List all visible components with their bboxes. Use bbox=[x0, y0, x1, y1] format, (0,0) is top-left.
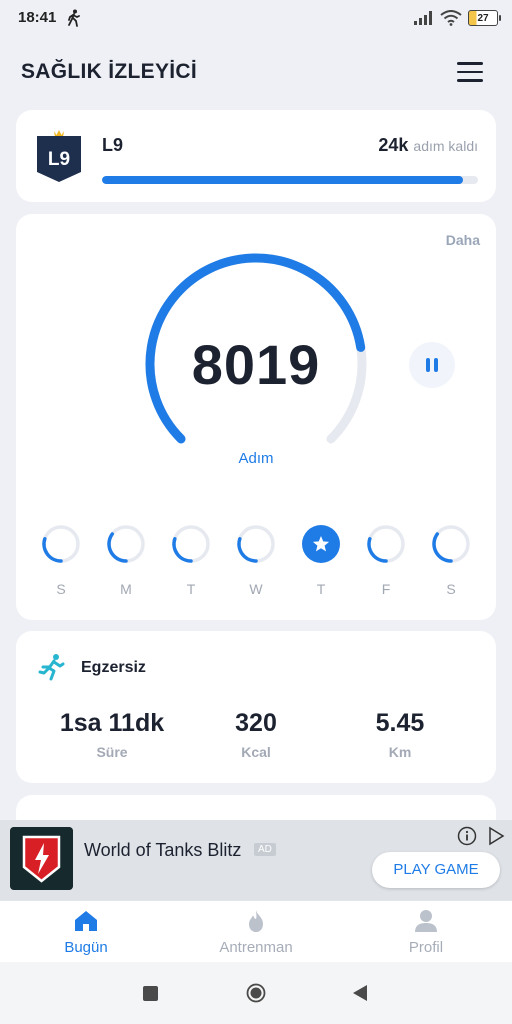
back-button[interactable] bbox=[352, 984, 368, 1002]
day-ring-progress bbox=[237, 536, 258, 563]
day-label: T bbox=[186, 581, 196, 597]
stat-label: Kcal bbox=[241, 744, 271, 760]
steps-remaining: 24k adım kaldı bbox=[378, 135, 478, 156]
day-label: W bbox=[249, 581, 263, 597]
day-ring-progress bbox=[367, 536, 388, 563]
day-item[interactable]: W bbox=[236, 524, 276, 597]
day-progress-ring bbox=[172, 525, 210, 563]
day-ring-progress bbox=[432, 532, 453, 563]
stat-value: 1sa 11dk bbox=[59, 709, 165, 737]
hamburger-icon[interactable] bbox=[457, 62, 483, 84]
ad-choices-icon[interactable] bbox=[486, 826, 506, 846]
system-nav-bar bbox=[0, 962, 512, 1024]
status-icons: 27 bbox=[414, 8, 501, 28]
day-item[interactable]: S bbox=[41, 524, 81, 597]
walking-icon bbox=[68, 9, 80, 27]
day-progress-ring bbox=[237, 525, 275, 563]
level-progress-bar bbox=[102, 176, 478, 184]
info-icon[interactable] bbox=[457, 826, 477, 846]
stat-duration: 1sa 11dk Süre bbox=[32, 709, 192, 760]
nav-label: Bugün bbox=[64, 939, 108, 956]
day-label: F bbox=[381, 581, 391, 597]
game-logo-icon bbox=[10, 827, 73, 890]
day-item[interactable]: T bbox=[301, 524, 341, 597]
home-icon bbox=[75, 911, 97, 931]
day-item[interactable]: T bbox=[171, 524, 211, 597]
level-badge-text: L9 bbox=[48, 149, 70, 170]
ad-tag: AD bbox=[254, 843, 276, 856]
page-title: SAĞLIK İZLEYİCİ bbox=[21, 60, 198, 83]
level-progress-fill bbox=[102, 176, 463, 184]
battery-indicator: 27 bbox=[468, 10, 501, 26]
day-star-icon bbox=[302, 525, 340, 563]
exercise-card[interactable]: Egzersiz 1sa 11dk Süre 320 Kcal 5.45 Km bbox=[16, 631, 496, 783]
status-bar: 18:41 27 bbox=[0, 0, 512, 36]
steps-remaining-text: adım kaldı bbox=[413, 138, 478, 154]
day-progress-ring bbox=[432, 525, 470, 563]
nav-today[interactable]: Bugün bbox=[16, 909, 156, 956]
day-label: T bbox=[316, 581, 326, 597]
stat-kcal: 320 Kcal bbox=[176, 709, 336, 760]
bottom-nav: Bugün Antrenman Profil bbox=[0, 900, 512, 963]
stat-label: Km bbox=[388, 744, 412, 760]
day-label: M bbox=[120, 581, 132, 597]
nav-label: Antrenman bbox=[219, 939, 293, 956]
day-item[interactable]: M bbox=[106, 524, 146, 597]
day-ring-progress bbox=[42, 536, 63, 563]
level-label: L9 bbox=[102, 135, 124, 155]
day-item[interactable]: S bbox=[431, 524, 471, 597]
ad-banner[interactable]: World of Tanks Blitz AD PLAY GAME bbox=[0, 820, 512, 900]
nav-label: Profil bbox=[408, 939, 444, 956]
flame-icon bbox=[249, 910, 263, 932]
day-progress-ring bbox=[367, 525, 405, 563]
ad-title: World of Tanks Blitz bbox=[84, 840, 242, 860]
nav-profile[interactable]: Profil bbox=[356, 909, 496, 956]
day-progress-ring bbox=[42, 525, 80, 563]
day-label: S bbox=[56, 581, 66, 597]
day-ring-progress bbox=[172, 536, 193, 563]
person-icon bbox=[415, 910, 437, 932]
stat-label: Süre bbox=[96, 744, 128, 760]
exercise-title: Egzersiz bbox=[81, 659, 146, 676]
more-link[interactable]: Daha bbox=[446, 232, 480, 248]
steps-remaining-value: 24k bbox=[378, 135, 409, 155]
step-card: Daha 8019 Adım S M T W T F S bbox=[16, 214, 496, 620]
day-progress-ring bbox=[107, 525, 145, 563]
stat-value: 320 bbox=[235, 709, 277, 737]
level-card[interactable]: L9 L9 24k adım kaldı bbox=[16, 110, 496, 202]
day-label: S bbox=[446, 581, 456, 597]
status-time: 18:41 bbox=[18, 9, 57, 26]
home-button[interactable] bbox=[246, 983, 266, 1003]
play-game-button[interactable]: PLAY GAME bbox=[372, 852, 500, 888]
day-item[interactable]: F bbox=[366, 524, 406, 597]
signal-icon bbox=[414, 11, 432, 25]
week-day-row: SMTWTFS bbox=[36, 524, 476, 597]
recents-button[interactable] bbox=[143, 986, 158, 1001]
level-badge-icon: L9 bbox=[37, 130, 81, 182]
running-icon bbox=[38, 654, 65, 681]
step-count: 8019 bbox=[191, 333, 321, 396]
step-unit-label: Adım bbox=[238, 450, 274, 467]
stat-value: 5.45 bbox=[375, 709, 425, 737]
pause-button[interactable] bbox=[409, 342, 455, 388]
wifi-icon bbox=[440, 10, 462, 26]
day-ring-progress bbox=[107, 532, 128, 563]
stat-km: 5.45 Km bbox=[320, 709, 480, 760]
nav-workout[interactable]: Antrenman bbox=[186, 909, 326, 956]
